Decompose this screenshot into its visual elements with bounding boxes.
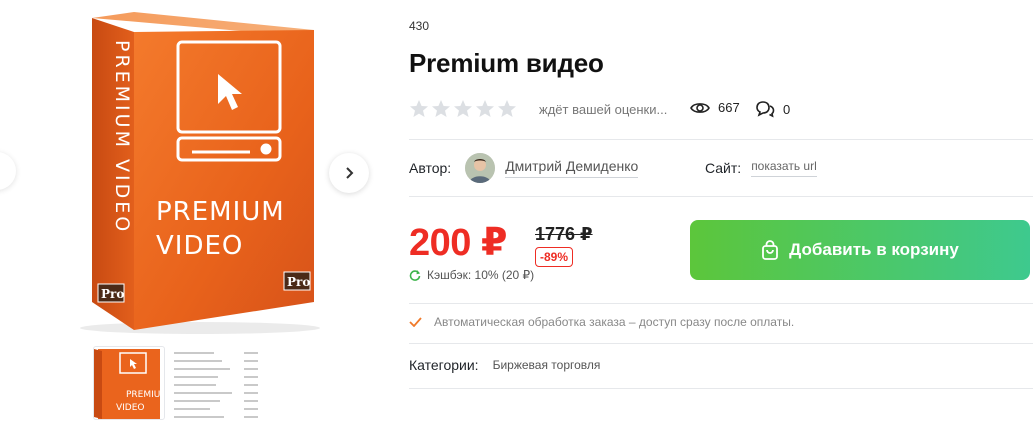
star-icon[interactable] xyxy=(497,99,517,119)
box-front-text-1: PREMIUM xyxy=(156,197,285,227)
star-icon[interactable] xyxy=(431,99,451,119)
old-price: 1776 ₽ xyxy=(535,224,593,244)
thumbnail-list-image xyxy=(174,352,258,418)
box-side-text: PREMIUM VIDEO xyxy=(111,40,133,234)
product-title: Premium видео xyxy=(409,48,604,78)
category-link[interactable]: Биржевая торговля xyxy=(493,358,601,372)
divider xyxy=(409,196,1033,197)
chevron-right-icon xyxy=(346,167,354,179)
auto-processing-note: Автоматическая обработка заказа – доступ… xyxy=(409,315,794,329)
divider xyxy=(409,303,1033,304)
comments-count: 0 xyxy=(783,101,791,117)
rating-stars[interactable] xyxy=(409,99,517,119)
categories-label: Категории: xyxy=(409,357,479,373)
product-gallery: PREMIUM VIDEO PREMIUM VIDEO Pro Pro PREM… xyxy=(0,0,400,425)
rating: ждёт вашей оценки... xyxy=(409,96,667,122)
site-row: Сайт: показать url xyxy=(705,150,817,186)
shopping-bag-icon xyxy=(762,240,779,260)
gallery-next-button[interactable] xyxy=(329,153,369,193)
star-icon[interactable] xyxy=(475,99,495,119)
site-label: Сайт: xyxy=(705,160,742,176)
thumbnail-box-image: PREMIUM VIDEO xyxy=(94,349,165,419)
checkmark-icon xyxy=(409,317,422,327)
product-box-image: PREMIUM VIDEO PREMIUM VIDEO Pro Pro xyxy=(80,12,320,334)
svg-text:PREMIUM: PREMIUM xyxy=(126,390,165,400)
add-to-cart-button[interactable]: Добавить в корзину xyxy=(690,220,1030,280)
show-url-link[interactable]: показать url xyxy=(751,159,817,177)
rating-text: ждёт вашей оценки... xyxy=(539,101,668,117)
box-front-text-2: VIDEO xyxy=(156,231,243,261)
views-counter: 667 xyxy=(690,100,740,115)
avatar[interactable] xyxy=(465,153,496,183)
eye-icon xyxy=(690,102,710,113)
refresh-icon xyxy=(409,270,421,281)
author-row: Автор: Дмитрий Демиденко xyxy=(409,150,639,186)
views-count: 667 xyxy=(718,100,740,115)
cashback-text: Кэшбэк: 10% (20 ₽) xyxy=(427,268,535,282)
discount-badge: -89% xyxy=(535,247,574,267)
gallery-prev-button[interactable] xyxy=(0,152,16,190)
gallery-thumbnail-list[interactable] xyxy=(170,346,270,420)
avatar-image xyxy=(465,153,496,183)
categories-row: Категории: Биржевая торговля xyxy=(409,357,600,373)
svg-text:VIDEO: VIDEO xyxy=(116,403,145,413)
star-icon[interactable] xyxy=(409,99,429,119)
svg-text:Pro: Pro xyxy=(101,287,124,301)
star-icon[interactable] xyxy=(453,99,473,119)
comments-counter[interactable]: 0 xyxy=(755,100,790,118)
svg-text:Pro: Pro xyxy=(287,275,310,289)
comments-icon xyxy=(756,101,775,118)
product-details: 430 Premium видео ждёт вашей оценки... 6… xyxy=(409,0,1033,425)
author-name-link[interactable]: Дмитрий Демиденко xyxy=(505,158,639,178)
add-to-cart-label: Добавить в корзину xyxy=(789,240,959,259)
author-label: Автор: xyxy=(409,160,452,176)
divider xyxy=(409,139,1033,140)
cashback: Кэшбэк: 10% (20 ₽) xyxy=(409,268,534,282)
divider xyxy=(409,388,1033,389)
current-price: 200 ₽ xyxy=(409,222,507,264)
product-id: 430 xyxy=(409,19,430,33)
divider xyxy=(409,343,1033,344)
gallery-thumbnail-box[interactable]: PREMIUM VIDEO xyxy=(93,346,165,420)
auto-processing-text: Автоматическая обработка заказа – доступ… xyxy=(434,315,795,329)
